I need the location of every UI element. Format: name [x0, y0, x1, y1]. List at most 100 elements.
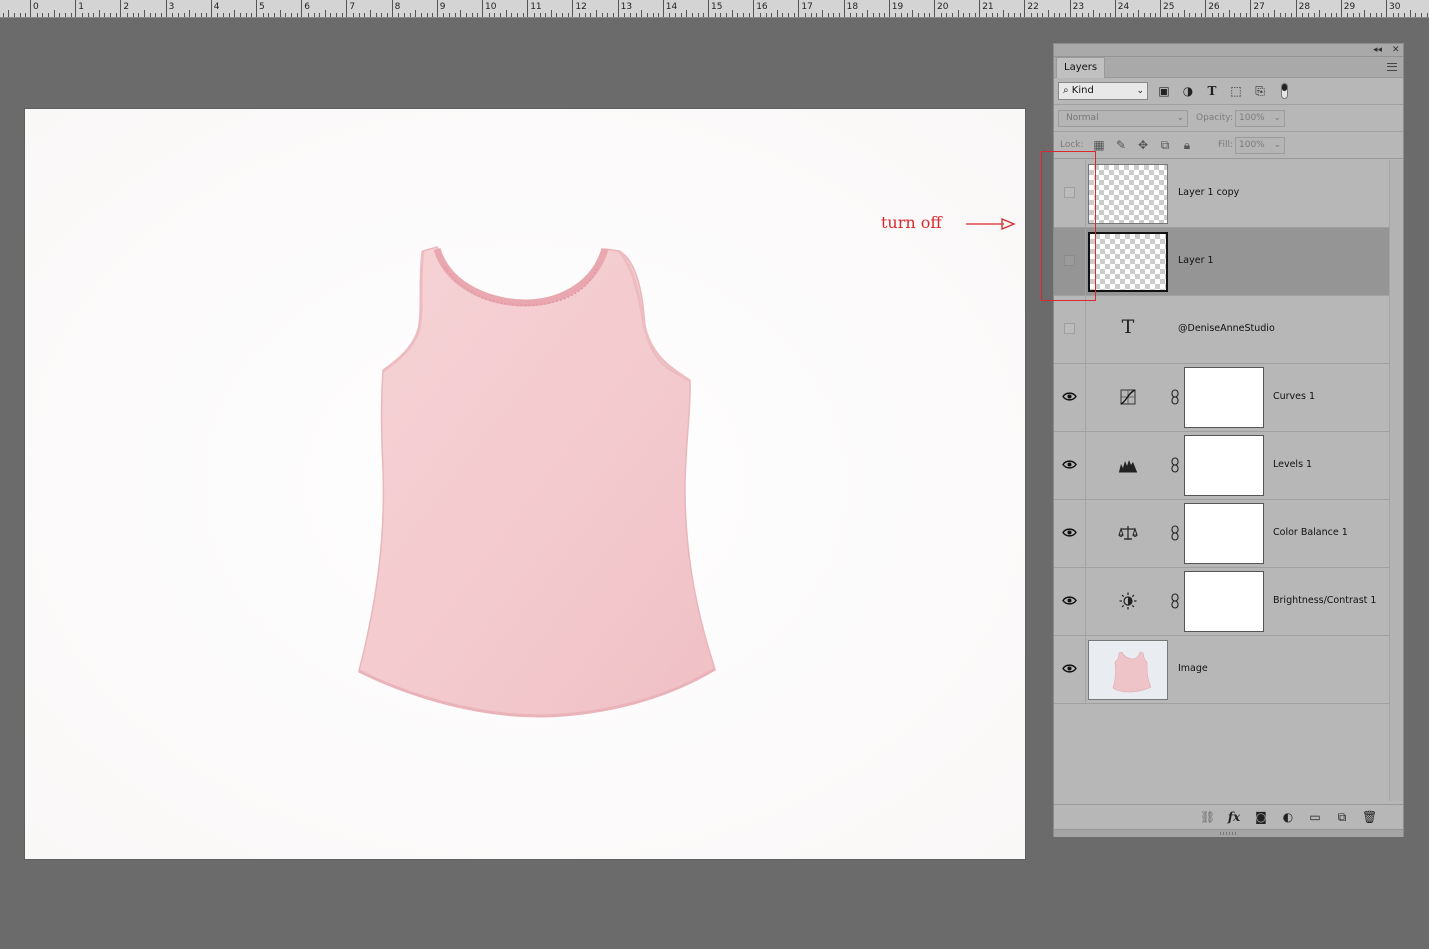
- lock-transparent-pixels-icon[interactable]: ▦: [1092, 138, 1106, 152]
- ruler-minor-tick: [686, 10, 687, 17]
- chevron-down-icon: ⌄: [1176, 111, 1184, 126]
- layer-row[interactable]: Layer 1: [1054, 228, 1389, 296]
- ruler-minor-tick: [879, 13, 880, 17]
- ruler-minor-tick: [195, 13, 196, 17]
- layers-scrollbar[interactable]: [1389, 160, 1403, 801]
- horizontal-ruler[interactable]: 0123456789101112131415161718192021222324…: [0, 0, 1429, 18]
- ruler-minor-tick: [624, 13, 625, 17]
- layer-name[interactable]: Color Balance 1: [1273, 527, 1348, 538]
- ruler-minor-tick: [1398, 13, 1399, 17]
- smart-object-filter-icon[interactable]: ⎘: [1253, 84, 1267, 98]
- layer-row[interactable]: Curves 1: [1054, 364, 1389, 432]
- layer-name[interactable]: Layer 1 copy: [1178, 187, 1239, 198]
- type-filter-icon[interactable]: T: [1205, 84, 1219, 98]
- ruler-minor-tick: [37, 13, 38, 17]
- layers-panel: ◂◂ ✕ Layers ⌕ Kind ⌄ ▣ ◑ T ⬚ ⎘ Normal ⌄ …: [1053, 43, 1404, 837]
- ruler-minor-tick: [1319, 10, 1320, 17]
- visibility-toggle[interactable]: [1054, 296, 1086, 363]
- shape-filter-icon[interactable]: ⬚: [1229, 84, 1243, 98]
- ruler-minor-tick: [1268, 13, 1269, 17]
- panel-resize-grip[interactable]: [1054, 829, 1403, 837]
- layer-row[interactable]: Color Balance 1: [1054, 500, 1389, 568]
- layer-row[interactable]: Brightness/Contrast 1: [1054, 568, 1389, 636]
- ruler-minor-tick: [1404, 13, 1405, 17]
- blend-mode-select[interactable]: Normal ⌄: [1058, 110, 1188, 127]
- ruler-major-tick: [889, 0, 890, 17]
- layer-row[interactable]: T @DeniseAnneStudio: [1054, 296, 1389, 364]
- ruler-minor-tick: [20, 13, 21, 17]
- collapse-panel-icon[interactable]: ◂◂: [1373, 44, 1382, 57]
- ruler-minor-tick: [997, 13, 998, 17]
- new-group-icon[interactable]: ▭: [1308, 810, 1322, 824]
- new-layer-icon[interactable]: ⧉: [1335, 810, 1349, 824]
- visibility-toggle[interactable]: [1054, 636, 1086, 703]
- ruler-minor-tick: [42, 13, 43, 17]
- ruler-major-tick: [1205, 0, 1206, 17]
- hidden-visibility-box: [1064, 323, 1075, 334]
- adjustment-filter-icon[interactable]: ◑: [1181, 84, 1195, 98]
- ruler-minor-tick: [1093, 10, 1094, 17]
- ruler-tick-label: 3: [169, 2, 175, 12]
- layer-row[interactable]: Levels 1: [1054, 432, 1389, 500]
- eye-icon: [1062, 528, 1077, 537]
- ruler-minor-tick: [330, 13, 331, 17]
- ruler-minor-tick: [1212, 13, 1213, 17]
- ruler-minor-tick: [223, 13, 224, 17]
- filter-toggle[interactable]: [1281, 83, 1288, 99]
- ruler-minor-tick: [1393, 13, 1394, 17]
- layer-row[interactable]: Image: [1054, 636, 1389, 704]
- ruler-major-tick: [1341, 0, 1342, 17]
- ruler-tick-label: 4: [214, 2, 220, 12]
- layer-row[interactable]: Layer 1 copy: [1054, 160, 1389, 228]
- ruler-tick-label: 25: [1163, 2, 1174, 12]
- add-mask-icon[interactable]: ◙: [1254, 810, 1268, 824]
- filter-kind-value: Kind: [1072, 85, 1094, 96]
- layer-name[interactable]: Layer 1: [1178, 255, 1214, 266]
- visibility-toggle[interactable]: [1054, 228, 1086, 295]
- layer-name[interactable]: Levels 1: [1273, 459, 1312, 470]
- tab-layers[interactable]: Layers: [1056, 57, 1105, 78]
- close-panel-icon[interactable]: ✕: [1392, 44, 1400, 57]
- lock-all-icon[interactable]: 🔒︎: [1180, 138, 1194, 152]
- panel-title-bar[interactable]: ◂◂ ✕: [1054, 44, 1403, 57]
- ruler-minor-tick: [1178, 13, 1179, 17]
- layer-name[interactable]: @DeniseAnneStudio: [1178, 323, 1275, 334]
- layer-name[interactable]: Image: [1178, 663, 1208, 674]
- ruler-minor-tick: [319, 13, 320, 17]
- ruler-minor-tick: [1195, 13, 1196, 17]
- visibility-toggle[interactable]: [1054, 568, 1086, 635]
- ruler-minor-tick: [150, 13, 151, 17]
- ruler-major-tick: [256, 0, 257, 17]
- ruler-minor-tick: [1274, 10, 1275, 17]
- ruler-minor-tick: [873, 13, 874, 17]
- image-filter-icon[interactable]: ▣: [1157, 84, 1171, 98]
- opacity-field[interactable]: 100% ⌄: [1235, 110, 1285, 127]
- ruler-minor-tick: [653, 13, 654, 17]
- layer-name[interactable]: Curves 1: [1273, 391, 1315, 402]
- eye-icon: [1062, 392, 1077, 401]
- new-adjustment-icon[interactable]: ◐: [1281, 810, 1295, 824]
- fill-field[interactable]: 100% ⌄: [1235, 137, 1285, 154]
- visibility-toggle[interactable]: [1054, 500, 1086, 567]
- visibility-toggle[interactable]: [1054, 364, 1086, 431]
- visibility-toggle[interactable]: [1054, 160, 1086, 227]
- ruler-minor-tick: [794, 13, 795, 17]
- ruler-minor-tick: [720, 13, 721, 17]
- ruler-minor-tick: [1201, 13, 1202, 17]
- ruler-minor-tick: [924, 13, 925, 17]
- visibility-toggle[interactable]: [1054, 432, 1086, 499]
- lock-artboard-icon[interactable]: ⧉: [1158, 138, 1172, 152]
- ruler-minor-tick: [93, 13, 94, 17]
- ruler-minor-tick: [110, 13, 111, 17]
- layer-name[interactable]: Brightness/Contrast 1: [1273, 595, 1376, 606]
- layer-mask-thumbnail: [1184, 435, 1264, 496]
- ruler-minor-tick: [986, 13, 987, 17]
- delete-layer-icon[interactable]: 🗑︎: [1362, 810, 1376, 824]
- document-canvas[interactable]: [25, 109, 1025, 859]
- lock-position-icon[interactable]: ✥: [1136, 138, 1150, 152]
- fx-icon[interactable]: fx: [1227, 810, 1241, 824]
- panel-menu-icon[interactable]: [1387, 63, 1397, 71]
- lock-image-pixels-icon[interactable]: ✎: [1114, 138, 1128, 152]
- filter-kind-select[interactable]: ⌕ Kind ⌄: [1058, 82, 1148, 100]
- link-layers-icon[interactable]: ⛓︎: [1200, 810, 1214, 824]
